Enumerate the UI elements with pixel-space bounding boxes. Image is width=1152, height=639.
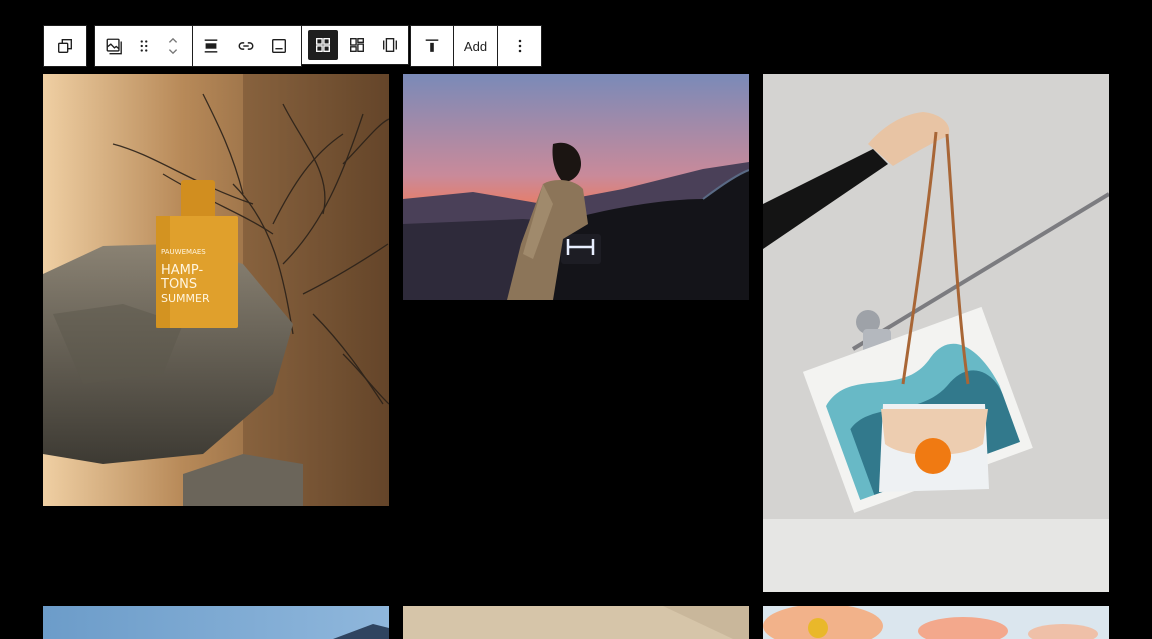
mosaic-layout-icon[interactable] bbox=[340, 25, 373, 65]
gallery-image-bag[interactable] bbox=[763, 74, 1109, 592]
sky-photo bbox=[43, 606, 389, 639]
gallery-icon[interactable] bbox=[97, 26, 130, 66]
sunset-photo bbox=[403, 74, 749, 300]
perfume-label-line3: SUMMER bbox=[161, 292, 210, 305]
chevron-up-down-icon[interactable] bbox=[158, 26, 188, 66]
toolbar-group-layout bbox=[301, 25, 409, 65]
toolbar-group-parent bbox=[43, 25, 87, 67]
flowers-photo bbox=[763, 606, 1109, 639]
beige-photo bbox=[403, 606, 749, 639]
gallery-image-beige[interactable] bbox=[403, 606, 749, 639]
drag-handle-icon[interactable] bbox=[130, 26, 158, 66]
grid-layout-icon[interactable] bbox=[308, 30, 338, 60]
link-icon[interactable] bbox=[229, 26, 262, 66]
toolbar-group-add: Add bbox=[453, 25, 498, 67]
gallery-image-sunset[interactable] bbox=[403, 74, 749, 300]
gallery-image-sky[interactable] bbox=[43, 606, 389, 639]
gallery-image-flowers[interactable] bbox=[763, 606, 1109, 639]
toolbar-group-settings bbox=[192, 25, 302, 67]
perfume-label-line1: HAMP- bbox=[161, 263, 203, 278]
duplicate-squares-icon[interactable] bbox=[44, 26, 86, 66]
bag-photo bbox=[763, 74, 1109, 592]
perfume-brand-text: PAUWEMAES bbox=[161, 248, 206, 256]
align-top-icon[interactable] bbox=[411, 26, 453, 66]
perfume-photo: PAUWEMAES HAMP- TONS SUMMER bbox=[43, 74, 389, 506]
more-vertical-icon[interactable] bbox=[498, 26, 541, 66]
toolbar-group-block bbox=[94, 25, 195, 67]
carousel-layout-icon[interactable] bbox=[373, 25, 406, 65]
perfume-label-line2: TONS bbox=[160, 277, 197, 292]
toolbar-group-vertical-align bbox=[410, 25, 454, 67]
gallery-image-perfume[interactable]: PAUWEMAES HAMP- TONS SUMMER bbox=[43, 74, 389, 506]
toolbar-group-more bbox=[497, 25, 542, 67]
caption-icon[interactable] bbox=[262, 26, 295, 66]
add-button[interactable]: Add bbox=[454, 26, 497, 66]
align-icon[interactable] bbox=[193, 26, 229, 66]
